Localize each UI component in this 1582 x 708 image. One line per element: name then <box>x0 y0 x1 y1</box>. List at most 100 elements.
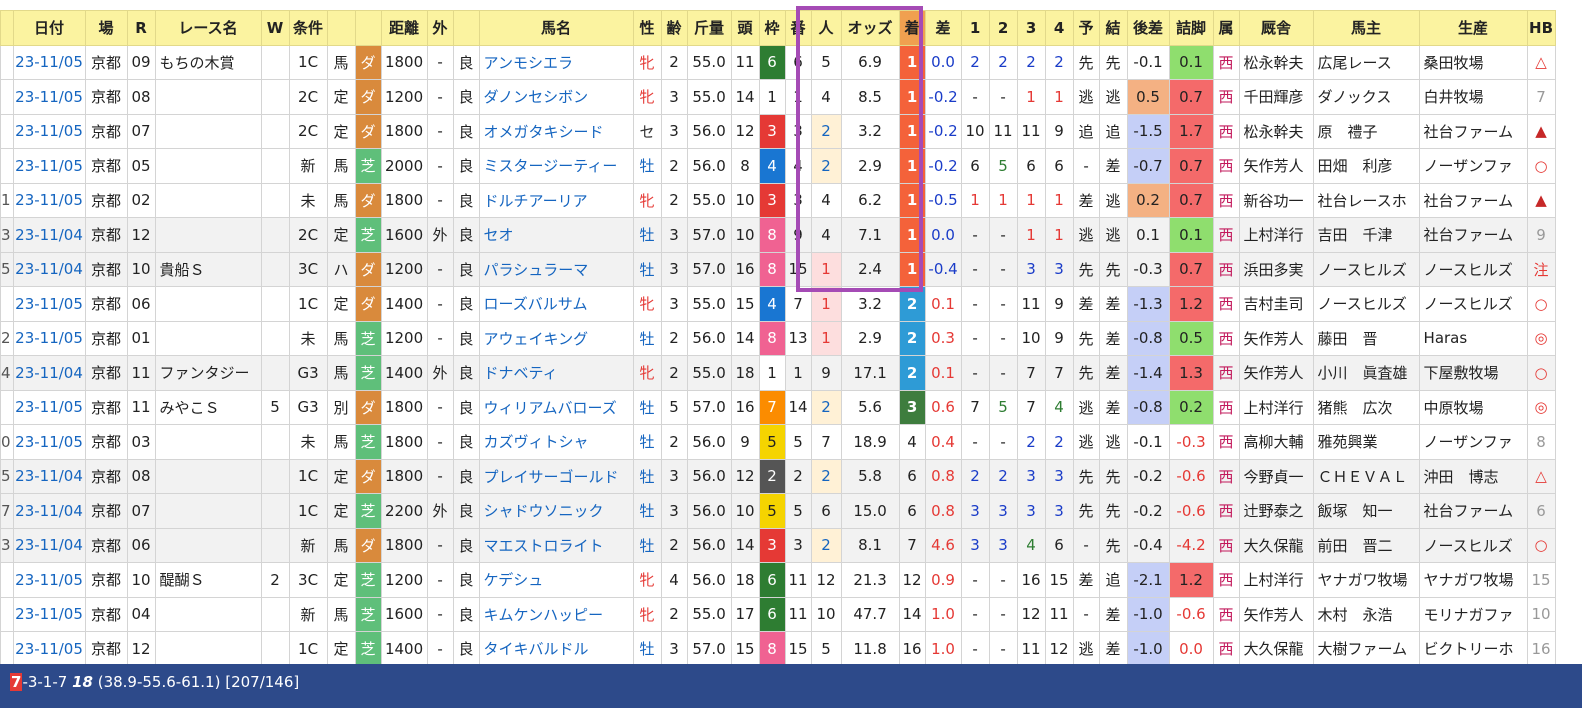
header-idx[interactable] <box>0 10 14 46</box>
cell-date[interactable]: 23-11/05 <box>12 182 86 218</box>
table-row[interactable]: 5 23-11/04 京都 08 1C 定ダ 1800- 良プレイサーゴールド牡 3 56.0 12… <box>0 458 1556 494</box>
cell-horse-name[interactable]: パラシュラーマ <box>478 251 634 287</box>
table-row[interactable]: 23-11/05 京都 10 醍醐Ｓ 2 3C 定芝 1200- 良ケデシュ牝 4 56.0 18 6 1… <box>0 562 1556 598</box>
header-going[interactable] <box>452 10 480 46</box>
header-class[interactable]: 条件 <box>288 10 328 46</box>
cell-weight-cond <box>260 631 290 667</box>
cell-horse-name[interactable]: マエストロライト <box>478 527 634 563</box>
header-weight[interactable]: 斤量 <box>686 10 732 46</box>
cell-horse-name[interactable]: ウィリアムバローズ <box>478 389 634 425</box>
cell-date[interactable]: 23-11/05 <box>12 562 86 598</box>
header-date[interactable]: 日付 <box>12 10 86 46</box>
cell-date[interactable]: 23-11/04 <box>12 527 86 563</box>
cell-breeder: ノーザンファ <box>1418 424 1528 460</box>
header-margin[interactable]: 差 <box>924 10 962 46</box>
header-breeder[interactable]: 生産 <box>1418 10 1528 46</box>
table-row[interactable]: 2 23-11/05 京都 01 未馬芝 1200- 良アウェイキング牡 2 56.0 14 8 13… <box>0 320 1556 356</box>
cell-owner: 雅苑興業 <box>1312 424 1420 460</box>
header-surface[interactable] <box>354 10 382 46</box>
cell-date[interactable]: 23-11/05 <box>12 389 86 425</box>
cell-horse-name[interactable]: オメガタキシード <box>478 113 634 149</box>
table-body: 23-11/05 京都 09 もちの木賞 1C 馬ダ 1800- 良アンモシエラ牝 2 55.0 1… <box>0 44 1556 667</box>
header-sex[interactable]: 性 <box>632 10 662 46</box>
cell-closing: -0.6 <box>1168 493 1214 529</box>
header-region[interactable]: 属 <box>1212 10 1240 46</box>
header-closing[interactable]: 詰脚 <box>1168 10 1214 46</box>
header-popularity[interactable]: 人 <box>810 10 842 46</box>
cell-date[interactable]: 23-11/05 <box>12 424 86 460</box>
table-row[interactable]: 23-11/05 京都 09 もちの木賞 1C 馬ダ 1800- 良アンモシエラ牝 2 55.0 1… <box>0 44 1556 80</box>
header-horse-name[interactable]: 馬名 <box>478 10 634 46</box>
cell-horse-name[interactable]: プレイサーゴールド <box>478 458 634 494</box>
cell-horse-name[interactable]: カズヴィトシャ <box>478 424 634 460</box>
table-row[interactable]: 23-11/05 京都 12 1C 定芝 1400- 良タイキバルドル牡 3 57.0 15 8 15… <box>0 631 1556 667</box>
header-cond[interactable] <box>326 10 356 46</box>
header-stable[interactable]: 厩舎 <box>1238 10 1314 46</box>
cell-horse-name[interactable]: アウェイキング <box>478 320 634 356</box>
header-late-diff[interactable]: 後差 <box>1126 10 1170 46</box>
header-waku[interactable]: 枠 <box>758 10 786 46</box>
cell-date[interactable]: 23-11/04 <box>12 217 86 253</box>
cell-date[interactable]: 23-11/04 <box>12 458 86 494</box>
header-heads[interactable]: 頭 <box>730 10 760 46</box>
table-row[interactable]: 23-11/05 京都 11 みやこＳ 5 G3 別ダ 1800- 良ウィリアムバローズ牡 5 57… <box>0 389 1556 425</box>
cell-date[interactable]: 23-11/05 <box>12 148 86 184</box>
header-weight-cond[interactable]: W <box>260 10 290 46</box>
table-row[interactable]: 1 23-11/05 京都 02 未馬ダ 1800- 良ドルチアーリア牝 2 55.0 10 3 3 4… <box>0 182 1556 218</box>
table-row[interactable]: 4 23-11/04 京都 11 ファンタジー G3 馬芝 1400 外良ドナベティ牝 2 55.0… <box>0 355 1556 391</box>
header-result[interactable]: 結 <box>1098 10 1128 46</box>
cell-horse-name[interactable]: ローズバルサム <box>478 286 634 322</box>
header-corner2[interactable]: 2 <box>988 10 1018 46</box>
cell-date[interactable]: 23-11/05 <box>12 320 86 356</box>
cell-date[interactable]: 23-11/04 <box>12 251 86 287</box>
table-row[interactable]: 5 23-11/04 京都 10 貴船Ｓ 3C ハダ 1200- 良パラシュラーマ牡 3 57.0 1… <box>0 251 1556 287</box>
cell-horse-name[interactable]: タイキバルドル <box>478 631 634 667</box>
cell-horse-name[interactable]: アンモシエラ <box>478 44 634 80</box>
table-row[interactable]: 23-11/05 京都 07 2C 定ダ 1800- 良オメガタキシードセ 3 56.0 12 3 3… <box>0 113 1556 149</box>
table-row[interactable]: 3 23-11/04 京都 06 新馬ダ 1800- 良マエストロライト牡 2 56.0 14 3 3… <box>0 527 1556 563</box>
cell-date[interactable]: 23-11/05 <box>12 113 86 149</box>
table-row[interactable]: 7 23-11/04 京都 07 1C 定芝 2200 外良シャドウソニック牡 3 56.0 10 5… <box>0 493 1556 529</box>
cell-corner3: 12 <box>1016 596 1046 632</box>
table-row[interactable]: 23-11/05 京都 06 1C 定ダ 1400- 良ローズバルサム牝 3 55.0 15 4 7 1… <box>0 286 1556 322</box>
table-row[interactable]: 23-11/05 京都 05 新馬芝 2000- 良ミスタージーティー牡 2 56.0 8 4 4 2… <box>0 148 1556 184</box>
header-corner4[interactable]: 4 <box>1044 10 1074 46</box>
cell-horse-name[interactable]: ドナベティ <box>478 355 634 391</box>
header-hb[interactable]: HB <box>1526 10 1556 46</box>
cell-horse-name[interactable]: ドルチアーリア <box>478 182 634 218</box>
header-owner[interactable]: 馬主 <box>1312 10 1420 46</box>
table-row[interactable]: 23-11/05 京都 04 新馬芝 1600- 良キムケンハッピー牝 2 55.0 17 6 11… <box>0 596 1556 632</box>
cell-horse-name[interactable]: ミスタージーティー <box>478 148 634 184</box>
table-row[interactable]: 23-11/05 京都 08 2C 定ダ 1200- 良ダノンセシボン牝 3 55.0 14 1 1 4… <box>0 79 1556 115</box>
header-finish[interactable]: 着 <box>898 10 926 46</box>
cell-age: 2 <box>660 182 688 218</box>
cell-date[interactable]: 23-11/05 <box>12 631 86 667</box>
header-race-no[interactable]: R <box>126 10 156 46</box>
header-forecast[interactable]: 予 <box>1072 10 1100 46</box>
header-odds[interactable]: オッズ <box>840 10 900 46</box>
cell-horse-name[interactable]: ケデシュ <box>478 562 634 598</box>
header-track[interactable]: 場 <box>84 10 128 46</box>
cell-date[interactable]: 23-11/05 <box>12 79 86 115</box>
cell-corner4: 12 <box>1044 631 1074 667</box>
cell-date[interactable]: 23-11/04 <box>12 493 86 529</box>
header-corner3[interactable]: 3 <box>1016 10 1046 46</box>
cell-horse-name[interactable]: ダノンセシボン <box>478 79 634 115</box>
header-distance[interactable]: 距離 <box>380 10 428 46</box>
cell-date[interactable]: 23-11/05 <box>12 596 86 632</box>
cell-date[interactable]: 23-11/05 <box>12 44 86 80</box>
cell-horse-name[interactable]: セオ <box>478 217 634 253</box>
header-umaban[interactable]: 番 <box>784 10 812 46</box>
cell-horse-name[interactable]: キムケンハッピー <box>478 596 634 632</box>
header-race-name[interactable]: レース名 <box>154 10 262 46</box>
cell-horse-name[interactable]: シャドウソニック <box>478 493 634 529</box>
table-row[interactable]: 0 23-11/05 京都 03 未馬芝 1800- 良カズヴィトシャ牡 2 56.0 9 5 5 7 1… <box>0 424 1556 460</box>
header-corner1[interactable]: 1 <box>960 10 990 46</box>
cell-race-no: 11 <box>126 355 156 391</box>
header-outer[interactable]: 外 <box>426 10 454 46</box>
table-row[interactable]: 3 23-11/04 京都 12 2C 定芝 1600 外良セオ牡 3 57.0 10 8 9 4 7.1 1… <box>0 217 1556 253</box>
cell-date[interactable]: 23-11/04 <box>12 355 86 391</box>
header-age[interactable]: 齢 <box>660 10 688 46</box>
cell-going: 良 <box>452 493 480 529</box>
cell-date[interactable]: 23-11/05 <box>12 286 86 322</box>
